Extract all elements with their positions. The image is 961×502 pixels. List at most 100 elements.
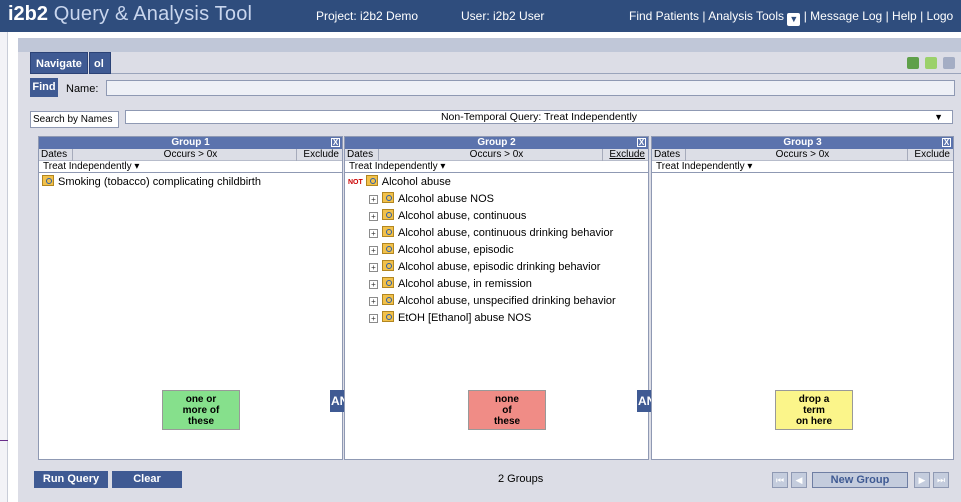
tree-item[interactable]: + Alcohol abuse, unspecified drinking beh… [369, 294, 616, 308]
expand-icon[interactable]: + [369, 263, 378, 272]
exclude-button[interactable]: Exclude [303, 149, 339, 160]
group-title: Group 2 [477, 137, 516, 148]
concept-item[interactable]: Smoking (tobacco) complicating childbirt… [42, 175, 261, 189]
expand-icon[interactable]: + [369, 212, 378, 221]
folder-icon [365, 175, 378, 186]
tree-item[interactable]: + Alcohol abuse, episodic drinking behavi… [369, 260, 600, 274]
hint-line: these [187, 416, 215, 427]
group-header: Group 2 X [345, 137, 648, 149]
analysis-dropdown-icon[interactable]: ▼ [787, 13, 801, 26]
concept-item[interactable]: NOT Alcohol abuse [348, 175, 451, 190]
find-row: Find Name: [30, 76, 961, 100]
app-header: i2b2 Query & Analysis Tool Project: i2b2… [0, 0, 961, 32]
tree-item[interactable]: + Alcohol abuse NOS [369, 192, 494, 206]
search-by-names-tab[interactable]: Search by Names [30, 111, 119, 128]
tree-item-label: Alcohol abuse, continuous [398, 210, 527, 222]
clear-button[interactable]: Clear [112, 471, 182, 488]
prev-page-icon[interactable]: ◀ [791, 472, 807, 488]
tab-tool[interactable]: ol [89, 52, 111, 74]
folder-icon [382, 311, 394, 322]
exclude-button[interactable]: Exclude [914, 149, 950, 160]
group-title: Group 1 [171, 137, 210, 148]
chevron-down-icon[interactable]: ▼ [934, 111, 943, 123]
query-type-value: Non-Temporal Query: Treat Independently [440, 111, 638, 123]
concept-label: Alcohol abuse [381, 176, 451, 188]
last-page-icon[interactable]: ⏭ [933, 472, 949, 488]
panel-tool-icons [904, 57, 956, 72]
refresh-icon[interactable] [907, 57, 919, 69]
menu-separator: | [920, 9, 924, 23]
hint-line: drop a [798, 394, 830, 405]
expand-icon[interactable]: + [369, 229, 378, 238]
folder-icon [382, 294, 394, 305]
folder-icon [382, 243, 394, 254]
new-group-button[interactable]: New Group [812, 472, 908, 488]
expand-icon[interactable]: + [369, 314, 378, 323]
concept-label: Smoking (tobacco) complicating childbirt… [58, 176, 261, 188]
user-label: User: i2b2 User [461, 9, 545, 23]
menu-separator: | [803, 9, 807, 23]
not-badge: NOT [348, 179, 363, 186]
find-button[interactable]: Find [30, 78, 58, 97]
bottom-toolbar: Run Query Clear 2 Groups ⏮ ◀ New Group ▶… [30, 463, 961, 491]
hint-line: of [502, 405, 512, 416]
treat-independently-select[interactable]: Treat Independently ▾ [652, 161, 953, 173]
menu-help[interactable]: Help [892, 9, 917, 23]
expand-icon[interactable]: + [369, 195, 378, 204]
hint-line: one or [185, 394, 217, 405]
check-icon[interactable] [925, 57, 938, 69]
expand-icon[interactable]: + [369, 280, 378, 289]
tree-item-label: Alcohol abuse, unspecified drinking beha… [398, 295, 616, 307]
treat-independently-select[interactable]: Treat Independently ▾ [39, 161, 342, 173]
close-icon[interactable]: X [637, 138, 646, 147]
tree-item[interactable]: + Alcohol abuse, in remission [369, 277, 532, 291]
menu-separator: | [702, 9, 706, 23]
expand-icon[interactable]: + [369, 297, 378, 306]
menu-message-log[interactable]: Message Log [810, 9, 882, 23]
tree-item[interactable]: + Alcohol abuse, continuous drinking beha… [369, 226, 613, 240]
group-1-hint: one or more of these [162, 390, 240, 430]
folder-icon [382, 277, 394, 288]
menu-logout[interactable]: Logo [927, 9, 954, 23]
header-menu: Find Patients | Analysis Tools ▼ | Messa… [629, 9, 953, 26]
tree-item[interactable]: + Alcohol abuse, continuous [369, 209, 526, 223]
tree-item-label: EtOH [Ethanol] abuse NOS [398, 312, 532, 324]
menu-analysis-tools[interactable]: Analysis Tools [708, 9, 784, 23]
search-row: Search by Names Non-Temporal Query: Trea… [30, 108, 961, 130]
maximize-icon[interactable] [943, 57, 956, 69]
tree-item[interactable]: + EtOH [Ethanol] abuse NOS [369, 311, 531, 325]
hint-line: on here [795, 416, 833, 427]
exclude-button[interactable]: Exclude [609, 149, 645, 160]
brand-title: Query & Analysis Tool [48, 3, 253, 25]
group-3-hint: drop a term on here [775, 390, 853, 430]
first-page-icon[interactable]: ⏮ [772, 472, 788, 488]
group-options: Dates Occurs > 0x Exclude [652, 149, 953, 161]
group-options: Dates Occurs > 0x Exclude [345, 149, 648, 161]
query-type-select[interactable]: Non-Temporal Query: Treat Independently … [125, 110, 953, 124]
treat-independently-select[interactable]: Treat Independently ▾ [345, 161, 648, 173]
tab-navigate[interactable]: Navigate [30, 52, 88, 74]
project-label: Project: i2b2 Demo [316, 9, 419, 23]
next-page-icon[interactable]: ▶ [914, 472, 930, 488]
app-title: i2b2 Query & Analysis Tool [8, 3, 252, 26]
divider [296, 149, 297, 161]
divider [907, 149, 908, 161]
group-options: Dates Occurs > 0x Exclude [39, 149, 342, 161]
tree-item-label: Alcohol abuse, episodic [398, 244, 514, 256]
tree-item[interactable]: + Alcohol abuse, episodic [369, 243, 514, 257]
expand-icon[interactable]: + [369, 246, 378, 255]
close-icon[interactable]: X [942, 138, 951, 147]
name-input[interactable] [106, 80, 955, 96]
folder-icon [382, 260, 394, 271]
group-header: Group 3 X [652, 137, 953, 149]
tab-bar [111, 52, 961, 74]
hint-line: term [803, 405, 825, 416]
tree-item-label: Alcohol abuse, continuous drinking behav… [398, 227, 614, 239]
name-label: Name: [66, 83, 99, 95]
menu-find-patients[interactable]: Find Patients [629, 9, 699, 23]
run-query-button[interactable]: Run Query [34, 471, 108, 488]
tree-item-label: Alcohol abuse, episodic drinking behavio… [398, 261, 601, 273]
close-icon[interactable]: X [331, 138, 340, 147]
hint-line: these [493, 416, 521, 427]
folder-icon [382, 192, 394, 203]
